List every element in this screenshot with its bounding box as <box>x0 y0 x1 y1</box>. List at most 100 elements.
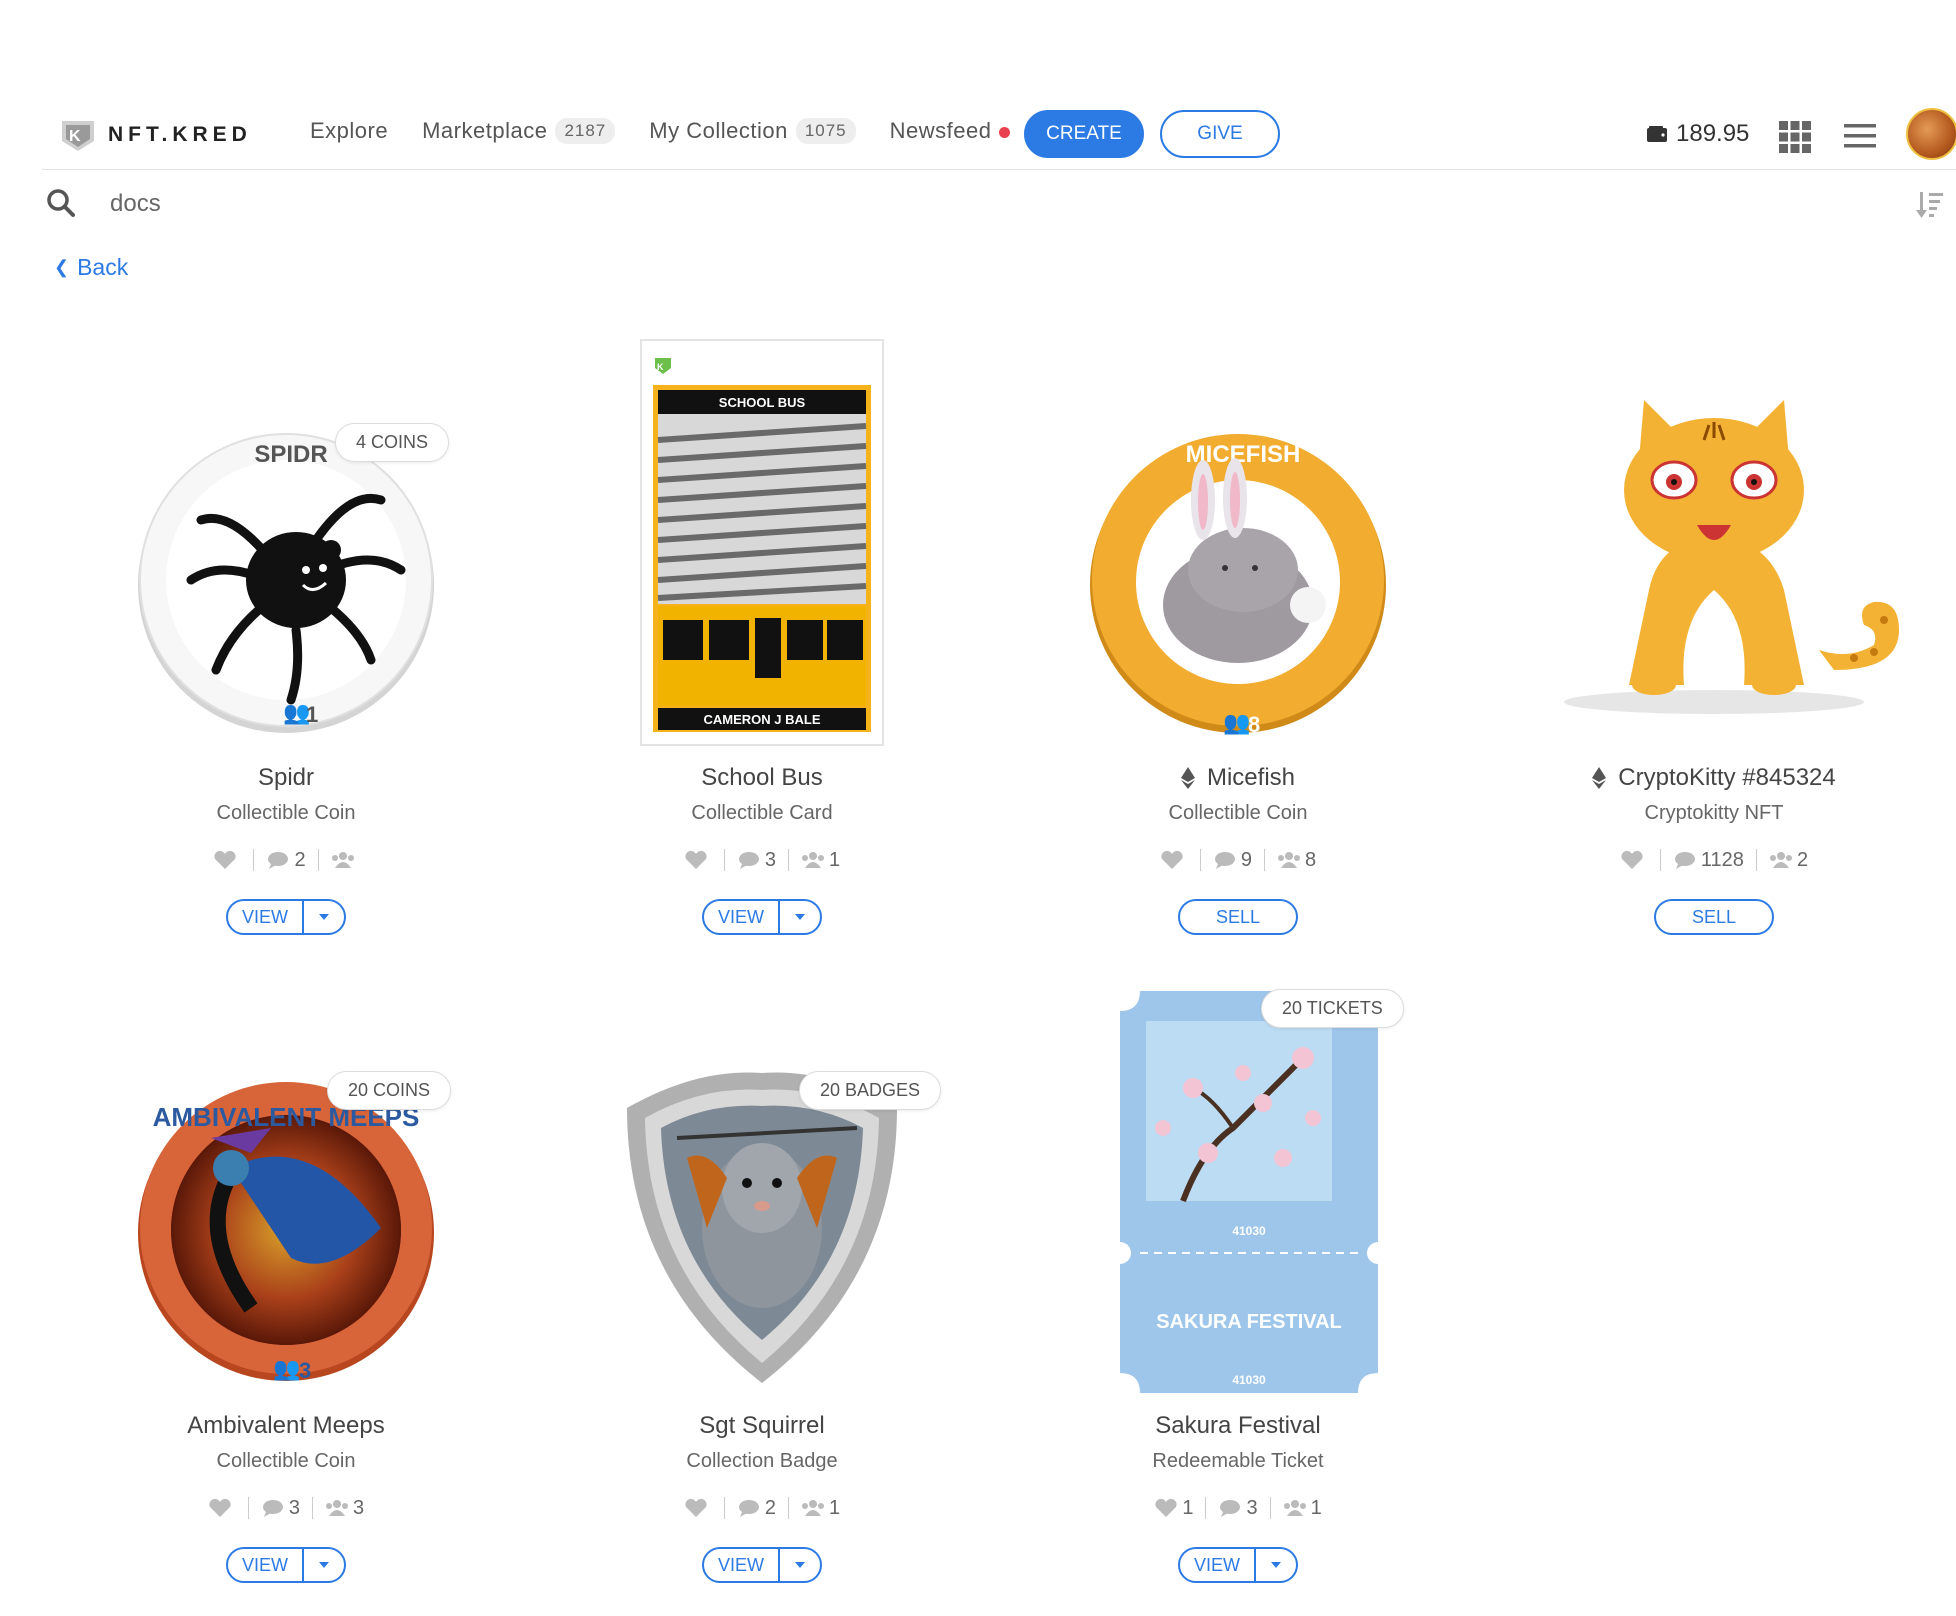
card-title[interactable]: Ambivalent Meeps <box>51 1412 521 1440</box>
likes-stat[interactable] <box>1620 850 1648 870</box>
sakura-ticket-image: 41030 SAKURA FESTIVAL 41030 <box>1120 991 1378 1393</box>
svg-text:K: K <box>657 362 664 372</box>
card-stats: 2 <box>51 847 521 873</box>
view-button[interactable]: VIEW <box>704 1549 780 1581</box>
heart-icon <box>685 1498 707 1517</box>
quantity-badge: 20 BADGES <box>799 1071 942 1110</box>
marketplace-count-badge: 2187 <box>555 118 616 144</box>
options-dropdown[interactable] <box>304 901 344 933</box>
card-title[interactable]: School Bus <box>527 764 997 792</box>
sell-button[interactable]: SELL <box>1654 899 1774 935</box>
heart-icon <box>1621 850 1643 869</box>
heart-icon <box>214 850 237 869</box>
card-title[interactable]: Micefish <box>1003 764 1473 792</box>
sort-icon[interactable] <box>1916 190 1944 220</box>
card-stats: 1 3 1 <box>1003 1495 1473 1521</box>
users-icon <box>331 852 354 868</box>
likes-stat[interactable] <box>1160 850 1188 870</box>
card-title[interactable]: Sgt Squirrel <box>527 1412 997 1440</box>
nft-media[interactable]: 41030 SAKURA FESTIVAL 41030 20 TICKETS <box>1003 978 1473 1398</box>
school-bus-card-image: K SCHOOL BUS CAMERON J BALE <box>640 339 884 746</box>
likes-stat[interactable] <box>684 1498 712 1518</box>
likes-stat[interactable] <box>684 850 712 870</box>
likes-stat[interactable]: 1 <box>1154 1497 1193 1520</box>
comments-count: 9 <box>1240 848 1252 871</box>
options-dropdown[interactable] <box>780 1549 820 1581</box>
view-button[interactable]: VIEW <box>704 901 780 933</box>
coin-label: SPIDR <box>254 441 327 468</box>
owners-stat[interactable]: 8 <box>1277 849 1316 872</box>
nav-explore[interactable]: Explore <box>310 118 388 144</box>
comments-stat[interactable]: 3 <box>1218 1497 1258 1520</box>
owners-stat[interactable]: 2 <box>1769 849 1808 872</box>
quantity-badge: 4 COINS <box>335 423 450 462</box>
nft-media[interactable]: 20 BADGES <box>527 978 997 1398</box>
apps-grid-icon[interactable] <box>1778 120 1812 154</box>
view-split-button: VIEW <box>702 1547 822 1583</box>
coin-owner-count: 8 <box>1248 712 1260 737</box>
ethereum-icon <box>1180 767 1195 789</box>
comments-stat[interactable]: 3 <box>261 1497 300 1520</box>
nft-media[interactable]: K SCHOOL BUS CAMERON J BALE <box>527 330 997 750</box>
card-title[interactable]: Spidr <box>51 764 521 792</box>
back-link[interactable]: ❮ Back <box>54 254 128 281</box>
nav-my-collection[interactable]: My Collection 1075 <box>649 118 856 144</box>
comments-stat[interactable]: 9 <box>1213 849 1252 872</box>
card-stats: 2 1 <box>527 1495 997 1521</box>
view-button[interactable]: VIEW <box>228 901 304 933</box>
likes-stat[interactable] <box>208 1498 236 1518</box>
quantity-badge: 20 TICKETS <box>1261 989 1404 1028</box>
svg-text:👥: 👥 <box>273 1356 300 1381</box>
nft-media[interactable] <box>1479 330 1949 750</box>
card-bottom-label: CAMERON J BALE <box>703 712 820 727</box>
users-icon <box>802 852 824 868</box>
nft-media[interactable]: MICEFISH 👥 8 <box>1003 330 1473 750</box>
users-icon <box>802 1500 824 1516</box>
nft-media[interactable]: SPIDR 👥 1 4 COINS <box>51 330 521 750</box>
heart-icon <box>1161 850 1183 869</box>
nav-marketplace[interactable]: Marketplace 2187 <box>422 118 616 144</box>
view-button[interactable]: VIEW <box>228 1549 304 1581</box>
caret-down-icon <box>319 914 329 920</box>
owners-stat[interactable]: 1 <box>801 849 840 872</box>
card-subtitle: Redeemable Ticket <box>1152 1450 1324 1472</box>
owners-stat[interactable]: 1 <box>801 1497 840 1520</box>
options-dropdown[interactable] <box>304 1549 344 1581</box>
divider <box>1269 1497 1271 1519</box>
owners-stat[interactable] <box>331 850 359 870</box>
wallet-balance[interactable]: 189.95 <box>1646 120 1749 148</box>
create-button[interactable]: CREATE <box>1024 110 1144 158</box>
card-title-text: Sgt Squirrel <box>699 1412 825 1439</box>
caret-down-icon <box>795 1562 805 1568</box>
search-input[interactable] <box>110 186 1110 222</box>
search-icon[interactable] <box>46 188 76 218</box>
hamburger-menu-icon[interactable] <box>1844 122 1876 150</box>
nav-my-collection-label: My Collection <box>649 118 788 143</box>
comments-count: 2 <box>294 848 306 871</box>
comments-stat[interactable]: 1128 <box>1673 849 1744 872</box>
user-avatar[interactable] <box>1906 108 1956 160</box>
card-title[interactable]: Sakura Festival <box>1003 1412 1473 1440</box>
options-dropdown[interactable] <box>780 901 820 933</box>
owners-stat[interactable]: 1 <box>1283 1497 1322 1520</box>
newsfeed-notification-dot <box>999 126 1011 138</box>
view-button[interactable]: VIEW <box>1180 1549 1256 1581</box>
nft-card-sakura-festival: 41030 SAKURA FESTIVAL 41030 20 TICKETS S… <box>1003 978 1473 1583</box>
owners-stat[interactable]: 3 <box>325 1497 364 1520</box>
options-dropdown[interactable] <box>1256 1549 1296 1581</box>
nav-newsfeed[interactable]: Newsfeed <box>890 118 1011 144</box>
sell-button[interactable]: SELL <box>1178 899 1298 935</box>
likes-stat[interactable] <box>213 850 241 870</box>
nft-kred-logo[interactable]: K NFT.KRED <box>58 115 252 155</box>
comments-stat[interactable]: 2 <box>737 1497 776 1520</box>
divider <box>788 849 789 871</box>
comments-stat[interactable]: 2 <box>266 848 306 872</box>
nft-media[interactable]: AMBIVALENT MEEPS 👥 3 20 COINS <box>51 978 521 1398</box>
comments-stat[interactable]: 3 <box>737 849 776 872</box>
give-button[interactable]: GIVE <box>1160 110 1280 158</box>
card-subtitle: Collectible Card <box>691 802 833 824</box>
comment-icon <box>1674 852 1695 869</box>
nft-card-cryptokitty: CryptoKitty #845324 Cryptokitty NFT 1128… <box>1479 330 1949 935</box>
card-title[interactable]: CryptoKitty #845324 <box>1479 764 1949 792</box>
nft-card-micefish: MICEFISH 👥 8 Micefish Collectible Coin 9 <box>1003 330 1473 935</box>
